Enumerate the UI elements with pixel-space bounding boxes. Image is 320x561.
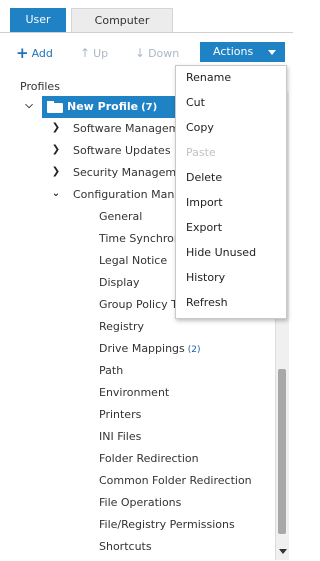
down-button[interactable]: ↓ Down — [135, 44, 179, 62]
arrow-down-icon: ↓ — [135, 46, 146, 60]
tree-item-file-operations[interactable]: File Operations — [99, 492, 269, 514]
chevron-right-icon[interactable]: ❯ — [49, 144, 63, 155]
menu-item-paste: Paste — [186, 146, 216, 159]
folder-open-icon — [47, 101, 63, 113]
plus-icon: + — [16, 44, 29, 62]
caret-down-icon — [268, 50, 276, 55]
down-label: Down — [148, 47, 180, 60]
menu-item-rename[interactable]: Rename — [186, 67, 231, 89]
tree-group-software-management[interactable]: Software Management — [73, 118, 175, 140]
chevron-down-icon[interactable]: ⌵ — [22, 100, 36, 111]
root-label: New Profile (7) — [67, 100, 158, 113]
tab-divider — [0, 32, 293, 33]
menu-item-import[interactable]: Import — [186, 192, 223, 214]
chevron-right-icon[interactable]: ❯ — [49, 166, 63, 177]
tree-group-configuration-management[interactable]: Configuration Management — [73, 184, 175, 206]
tree-item-path[interactable]: Path — [99, 360, 269, 382]
tab-computer[interactable]: Computer — [71, 8, 173, 32]
tree-item-ini-files[interactable]: INI Files — [99, 426, 269, 448]
tree-item-file-registry-permissions[interactable]: File/Registry Permissions — [99, 514, 274, 536]
menu-item-copy[interactable]: Copy — [186, 117, 214, 139]
drive-mappings-count: (2) — [187, 345, 201, 355]
menu-item-hide-unused[interactable]: Hide Unused — [186, 242, 256, 264]
tree-item-environment[interactable]: Environment — [99, 382, 269, 404]
actions-button[interactable]: Actions — [200, 42, 285, 62]
tree-item-common-folder-redirection[interactable]: Common Folder Redirection — [99, 470, 274, 492]
scroll-down-arrow-icon[interactable] — [279, 549, 287, 554]
arrow-up-icon: ↑ — [80, 46, 91, 60]
actions-label: Actions — [213, 45, 254, 58]
tree-item-legal-notice[interactable]: Legal Notice — [99, 250, 175, 272]
tree-item-shortcuts[interactable]: Shortcuts — [99, 536, 269, 558]
chevron-right-icon[interactable]: ❯ — [49, 122, 63, 133]
tree-group-security-management[interactable]: Security Management — [73, 162, 175, 184]
chevron-down-icon[interactable]: ⌄ — [49, 188, 63, 199]
drive-mappings-label: Drive Mappings — [99, 342, 185, 355]
profiles-label: Profiles — [20, 80, 60, 93]
tree-item-time-synchronization[interactable]: Time Synchronization — [99, 228, 175, 250]
up-button[interactable]: ↑ Up — [80, 44, 108, 62]
tree-item-display[interactable]: Display — [99, 272, 175, 294]
menu-item-cut[interactable]: Cut — [186, 92, 205, 114]
menu-item-delete[interactable]: Delete — [186, 167, 222, 189]
up-label: Up — [93, 47, 109, 60]
actions-menu: Rename Cut Copy Paste Delete Import Expo… — [175, 65, 287, 319]
scroll-thumb[interactable] — [278, 369, 286, 534]
tree-item-printers[interactable]: Printers — [99, 404, 269, 426]
tree-item-drive-mappings[interactable]: Drive Mappings (2) — [99, 338, 269, 360]
tab-bar: User Computer — [0, 0, 293, 33]
tree-group-software-updates[interactable]: Software Updates — [73, 140, 175, 162]
menu-item-refresh[interactable]: Refresh — [186, 292, 228, 314]
tree-item-folder-redirection[interactable]: Folder Redirection — [99, 448, 269, 470]
menu-item-export[interactable]: Export — [186, 217, 222, 239]
menu-item-history[interactable]: History — [186, 267, 225, 289]
tree-item-registry[interactable]: Registry — [99, 316, 249, 338]
tab-user[interactable]: User — [10, 8, 66, 32]
add-label: Add — [31, 47, 53, 60]
tree-item-group-policy-templates[interactable]: Group Policy Templates — [99, 294, 175, 316]
add-button[interactable]: + Add — [16, 44, 53, 62]
tree-item-general[interactable]: General — [99, 206, 175, 228]
